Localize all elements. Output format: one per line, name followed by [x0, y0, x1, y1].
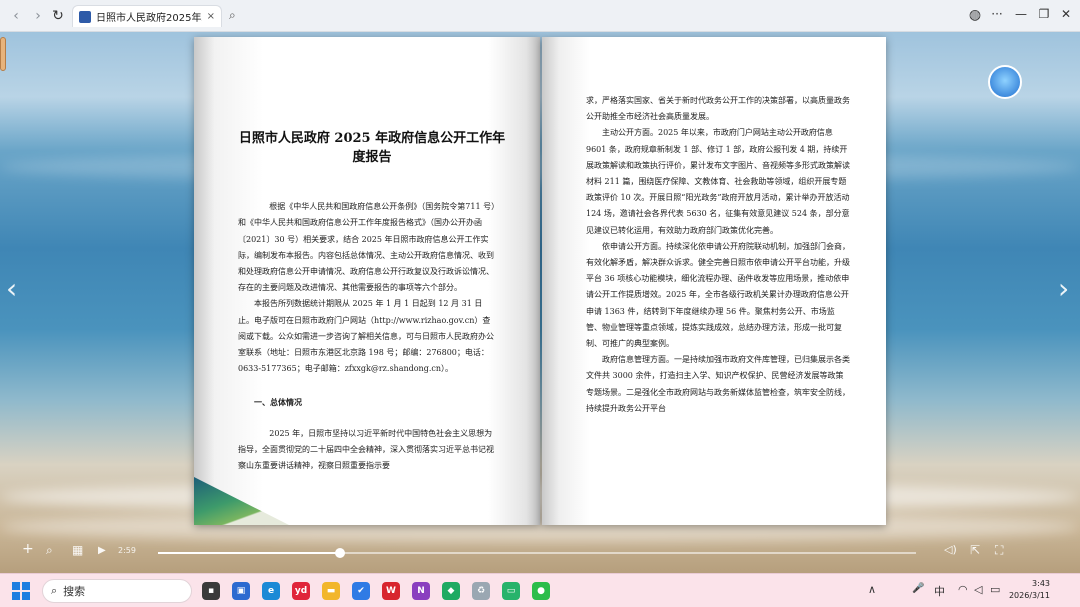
next-page-arrow-icon[interactable]: › — [1058, 272, 1069, 305]
search-icon[interactable]: ⌕ — [46, 543, 53, 558]
background-wave — [0, 152, 1080, 182]
tab-title: 日照市人民政府2025年政府信 — [96, 13, 202, 24]
app-notepad-icon[interactable]: ▪ — [202, 582, 220, 600]
app-chat-icon[interactable]: ◆ — [442, 582, 460, 600]
book-page-right[interactable]: 求，严格落实国家、省关于新时代政务公开工作的决策部署，以高质量政务公开助推全市经… — [542, 37, 886, 525]
fullscreen-icon[interactable]: ⛶ — [995, 543, 1003, 558]
browser-toolbar: ‹ › ↻ 日照市人民政府2025年政府信 × ⌕ ◍ ··· — ❐ ✕ — [0, 0, 1080, 32]
page-progress-track[interactable] — [158, 548, 916, 558]
search-tab-button[interactable]: ⌕ — [229, 8, 236, 23]
more-menu-button[interactable]: ··· — [988, 7, 1006, 21]
assistant-avatar-button[interactable] — [988, 65, 1022, 99]
volume-icon[interactable]: ◁ — [974, 583, 982, 596]
restore-button[interactable]: ❐ — [1035, 7, 1053, 21]
minimize-button[interactable]: — — [1012, 7, 1030, 21]
tab-close-icon[interactable]: × — [207, 11, 215, 22]
taskbar-search-label: 搜索 — [63, 585, 86, 598]
left-page-body: 根据《中华人民共和国政府信息公开条例》（国务院令第711 号）和《中华人民共和国… — [238, 183, 496, 491]
clock-time: 3:43 — [1032, 579, 1050, 588]
app-panel-icon[interactable]: ▣ — [232, 582, 250, 600]
clock-date: 2026/3/11 — [1008, 591, 1050, 600]
tab-favicon-icon — [79, 10, 91, 23]
start-button[interactable] — [12, 582, 30, 600]
forward-button[interactable]: › — [28, 6, 48, 26]
input-method-indicator[interactable]: 中 — [934, 583, 945, 599]
section-heading: 一、总体情况 — [238, 396, 302, 407]
page-progress-fill — [158, 552, 340, 554]
overview-paragraph: 2025 年，日照市坚持以习近平新时代中国特色社会主义思想为指导，全面贯彻党的二… — [238, 429, 494, 471]
background-wave — [0, 482, 1080, 512]
reload-button[interactable]: ↻ — [48, 6, 68, 26]
zoom-in-icon[interactable]: + — [22, 541, 34, 557]
back-button[interactable]: ‹ — [6, 6, 26, 26]
app-recycle-icon[interactable]: ♻ — [472, 582, 490, 600]
search-icon: ⌕ — [51, 584, 58, 597]
close-window-button[interactable]: ✕ — [1057, 7, 1075, 21]
app-edge-icon[interactable]: e — [262, 582, 280, 600]
thumbnails-grid-icon[interactable]: ▦ — [72, 543, 83, 557]
playback-time: 2:59 — [118, 546, 136, 555]
app-youdao-icon[interactable]: yd — [292, 582, 310, 600]
windows-taskbar: ⌕ 搜索 ▪ ▣ e yd ▬ ✔ W N ◆ ♻ ▭ ● ∧ 🎤 中 ◠ ◁ ▭ 3:43 2026… — [0, 573, 1080, 607]
browser-tab[interactable]: 日照市人民政府2025年政府信 × — [72, 5, 222, 27]
microphone-icon[interactable]: 🎤 — [912, 583, 924, 594]
app-monitor-icon[interactable]: ▭ — [502, 582, 520, 600]
flipbook-viewer: ‹ › 日照市人民政府 2025 年政府信息公开工作年度报告 根据《中华人民共和… — [0, 32, 1080, 573]
book-page-left[interactable]: 日照市人民政府 2025 年政府信息公开工作年度报告 根据《中华人民共和国政府信… — [194, 37, 540, 525]
app-wps-icon[interactable]: W — [382, 582, 400, 600]
globe-icon[interactable]: ◍ — [966, 7, 984, 23]
prev-page-arrow-icon[interactable]: ‹ — [6, 272, 17, 305]
intro-paragraphs: 根据《中华人民共和国政府信息公开条例》（国务院令第711 号）和《中华人民共和国… — [238, 202, 496, 374]
side-scroll-handle[interactable] — [0, 37, 6, 71]
app-wechat-icon[interactable]: ● — [532, 582, 550, 600]
document-title: 日照市人民政府 2025 年政府信息公开工作年度报告 — [238, 131, 506, 165]
taskbar-search-box[interactable]: ⌕ 搜索 — [42, 579, 192, 603]
right-page-body: 求，严格落实国家、省关于新时代政务公开工作的决策部署，以高质量政务公开助推全市经… — [586, 96, 850, 413]
autoplay-icon[interactable]: ▶ — [98, 545, 106, 556]
tray-overflow-icon[interactable]: ∧ — [868, 583, 876, 596]
volume-icon[interactable]: ◁) — [944, 543, 957, 556]
page-progress-knob[interactable] — [334, 548, 345, 558]
battery-icon[interactable]: ▭ — [990, 583, 1000, 596]
system-clock[interactable]: 3:43 2026/3/11 — [1009, 578, 1050, 602]
share-icon[interactable]: ⇱ — [970, 543, 980, 557]
app-files-icon[interactable]: ▬ — [322, 582, 340, 600]
wifi-icon[interactable]: ◠ — [958, 583, 968, 596]
player-control-bar: + ⌕ ▦ ▶ 2:59 ◁) ⇱ ⛶ — [0, 538, 1080, 568]
app-todo-icon[interactable]: ✔ — [352, 582, 370, 600]
app-onenote-icon[interactable]: N — [412, 582, 430, 600]
